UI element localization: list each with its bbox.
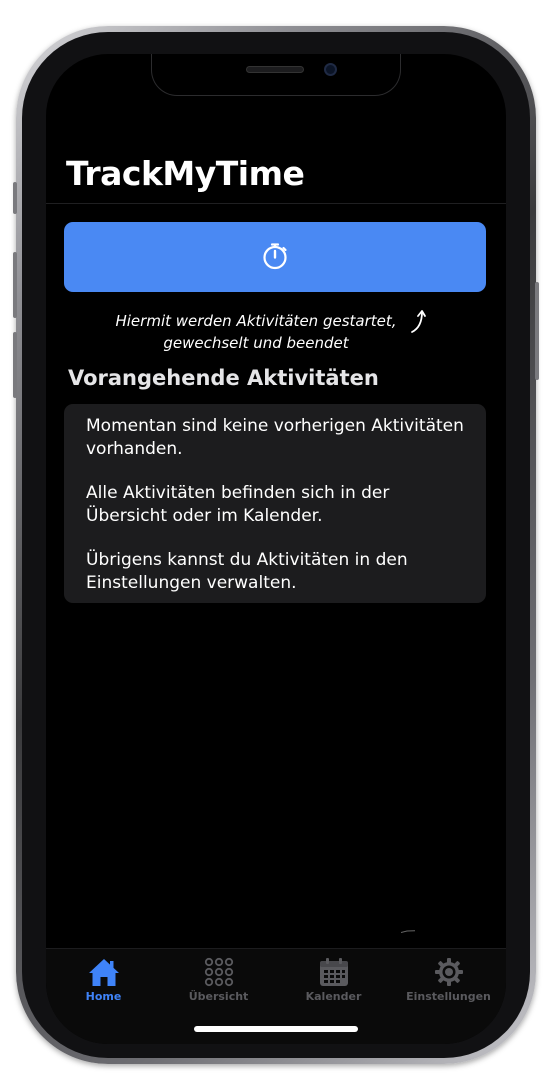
grid-dots-icon <box>202 956 236 988</box>
hint-line-2: gewechselt und beendet <box>163 334 349 352</box>
mute-switch <box>13 182 17 214</box>
home-indicator[interactable] <box>194 1026 358 1032</box>
app-title: TrackMyTime <box>66 154 305 193</box>
volume-down-button <box>13 332 17 398</box>
volume-up-button <box>13 252 17 318</box>
tab-calendar-label: Kalender <box>305 990 362 1003</box>
curved-arrow-icon <box>408 308 432 341</box>
power-button <box>535 282 539 380</box>
title-divider <box>46 203 506 204</box>
hint-line-1: Hiermit werden Aktivitäten gestartet, <box>115 312 397 330</box>
speaker-grille <box>246 66 304 73</box>
front-camera <box>324 63 337 76</box>
render-artifact <box>401 930 415 933</box>
tab-overview-label: Übersicht <box>188 990 249 1003</box>
notch <box>151 54 401 96</box>
empty-state-message: Momentan sind keine vorherigen Aktivität… <box>86 416 464 459</box>
tab-home[interactable]: Home <box>46 949 161 1044</box>
stopwatch-icon <box>261 242 289 273</box>
tab-settings-label: Einstellungen <box>406 990 491 1003</box>
settings-hint-message: Übrigens kannst du Aktivitäten in den Ei… <box>86 550 408 593</box>
home-icon <box>87 956 121 988</box>
previous-activities-title: Vorangehende Aktivitäten <box>68 366 379 390</box>
gear-icon <box>432 956 466 988</box>
calendar-icon <box>317 956 351 988</box>
overview-hint-message: Alle Aktivitäten befinden sich in der Üb… <box>86 483 390 526</box>
previous-activities-card: Momentan sind keine vorherigen Aktivität… <box>64 404 486 603</box>
phone-screen: TrackMyTime Hiermit werden Aktivitäten g… <box>46 54 506 1044</box>
tab-home-label: Home <box>85 990 122 1003</box>
start-activity-button[interactable] <box>64 222 486 292</box>
tab-settings[interactable]: Einstellungen <box>391 949 506 1044</box>
start-button-hint: Hiermit werden Aktivitäten gestartet, ge… <box>86 310 426 354</box>
